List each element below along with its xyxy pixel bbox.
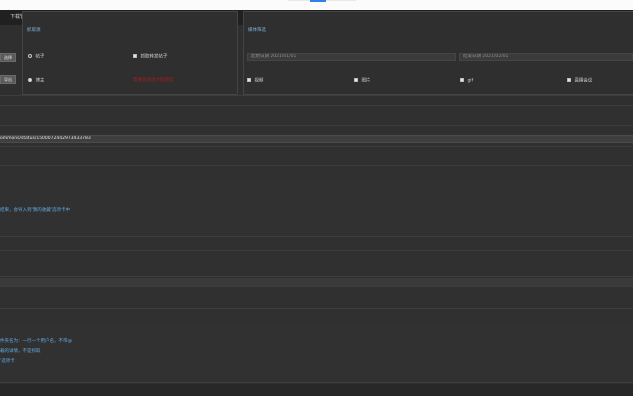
video-checkbox-label: 视频 bbox=[254, 78, 264, 84]
live-meeting-checkbox-label: 直播会议 bbox=[574, 78, 593, 84]
retweet-checkbox-option[interactable]: 抓取转发帖子 bbox=[133, 54, 167, 61]
divider bbox=[0, 308, 633, 309]
divider bbox=[0, 382, 633, 383]
import-favorites-info: 结果，会导入到'我的收藏'选项卡中 bbox=[0, 208, 70, 213]
info-section-2 bbox=[0, 322, 633, 382]
status-url-field[interactable]: ommons/status/1500072442973433783 bbox=[0, 135, 633, 143]
divider bbox=[0, 250, 633, 251]
source-panel bbox=[22, 11, 238, 95]
folder-name-info: 件夹名为：一行一个用户名，不带@ bbox=[0, 339, 72, 344]
image-checkbox-label: 图片 bbox=[361, 78, 371, 84]
divider bbox=[0, 165, 633, 166]
blogger-radio-label: 博主 bbox=[35, 78, 45, 84]
export-button[interactable]: 导出 bbox=[0, 75, 16, 84]
video-checkbox-option[interactable]: 视频 bbox=[247, 78, 263, 85]
post-radio[interactable] bbox=[28, 54, 32, 58]
post-radio-label: 帖子 bbox=[35, 54, 45, 60]
live-meeting-checkbox-option[interactable]: 直播会议 bbox=[567, 78, 592, 85]
divider bbox=[0, 146, 633, 147]
start-date-field[interactable]: 起始日期 2021/01/01 bbox=[247, 53, 456, 61]
source-panel-title: 抓取源 bbox=[27, 28, 41, 33]
end-date-field[interactable]: 结束日期 2021/02/01 bbox=[459, 53, 633, 61]
divider bbox=[0, 286, 633, 287]
divider bbox=[0, 95, 633, 96]
live-meeting-checkbox[interactable] bbox=[567, 78, 571, 82]
divider bbox=[0, 125, 633, 126]
blogger-radio[interactable] bbox=[28, 78, 32, 82]
gif-checkbox-option[interactable]: gif bbox=[460, 78, 473, 85]
divider bbox=[0, 105, 633, 106]
image-checkbox[interactable] bbox=[354, 78, 358, 82]
download-details-info: 载的详情，不是抓取 bbox=[0, 349, 41, 354]
tab-info: '选项卡 bbox=[0, 359, 15, 364]
media-filter-title: 媒体筛选 bbox=[248, 28, 266, 33]
gif-checkbox[interactable] bbox=[460, 78, 464, 82]
retweet-checkbox[interactable] bbox=[133, 54, 137, 58]
top-indicator bbox=[310, 0, 326, 2]
bottom-bar bbox=[0, 384, 633, 396]
info-section-1 bbox=[0, 179, 633, 236]
app-window: 下载管理 设置 抓取源 媒体筛选 选择 导出 帖子 博主 抓取转发帖子 需要登录… bbox=[0, 0, 633, 396]
divider bbox=[0, 236, 633, 237]
blogger-radio-option[interactable]: 博主 bbox=[28, 78, 44, 85]
select-button[interactable]: 选择 bbox=[0, 53, 16, 62]
video-checkbox[interactable] bbox=[247, 78, 251, 82]
retweet-checkbox-label: 抓取转发帖子 bbox=[140, 54, 168, 60]
divider bbox=[0, 276, 633, 277]
image-checkbox-option[interactable]: 图片 bbox=[354, 78, 370, 85]
gif-checkbox-label: gif bbox=[467, 78, 474, 84]
post-radio-option[interactable]: 帖子 bbox=[28, 54, 44, 61]
login-warning-text: 需要登录后才能获取 bbox=[133, 78, 174, 83]
section-band bbox=[0, 278, 633, 286]
